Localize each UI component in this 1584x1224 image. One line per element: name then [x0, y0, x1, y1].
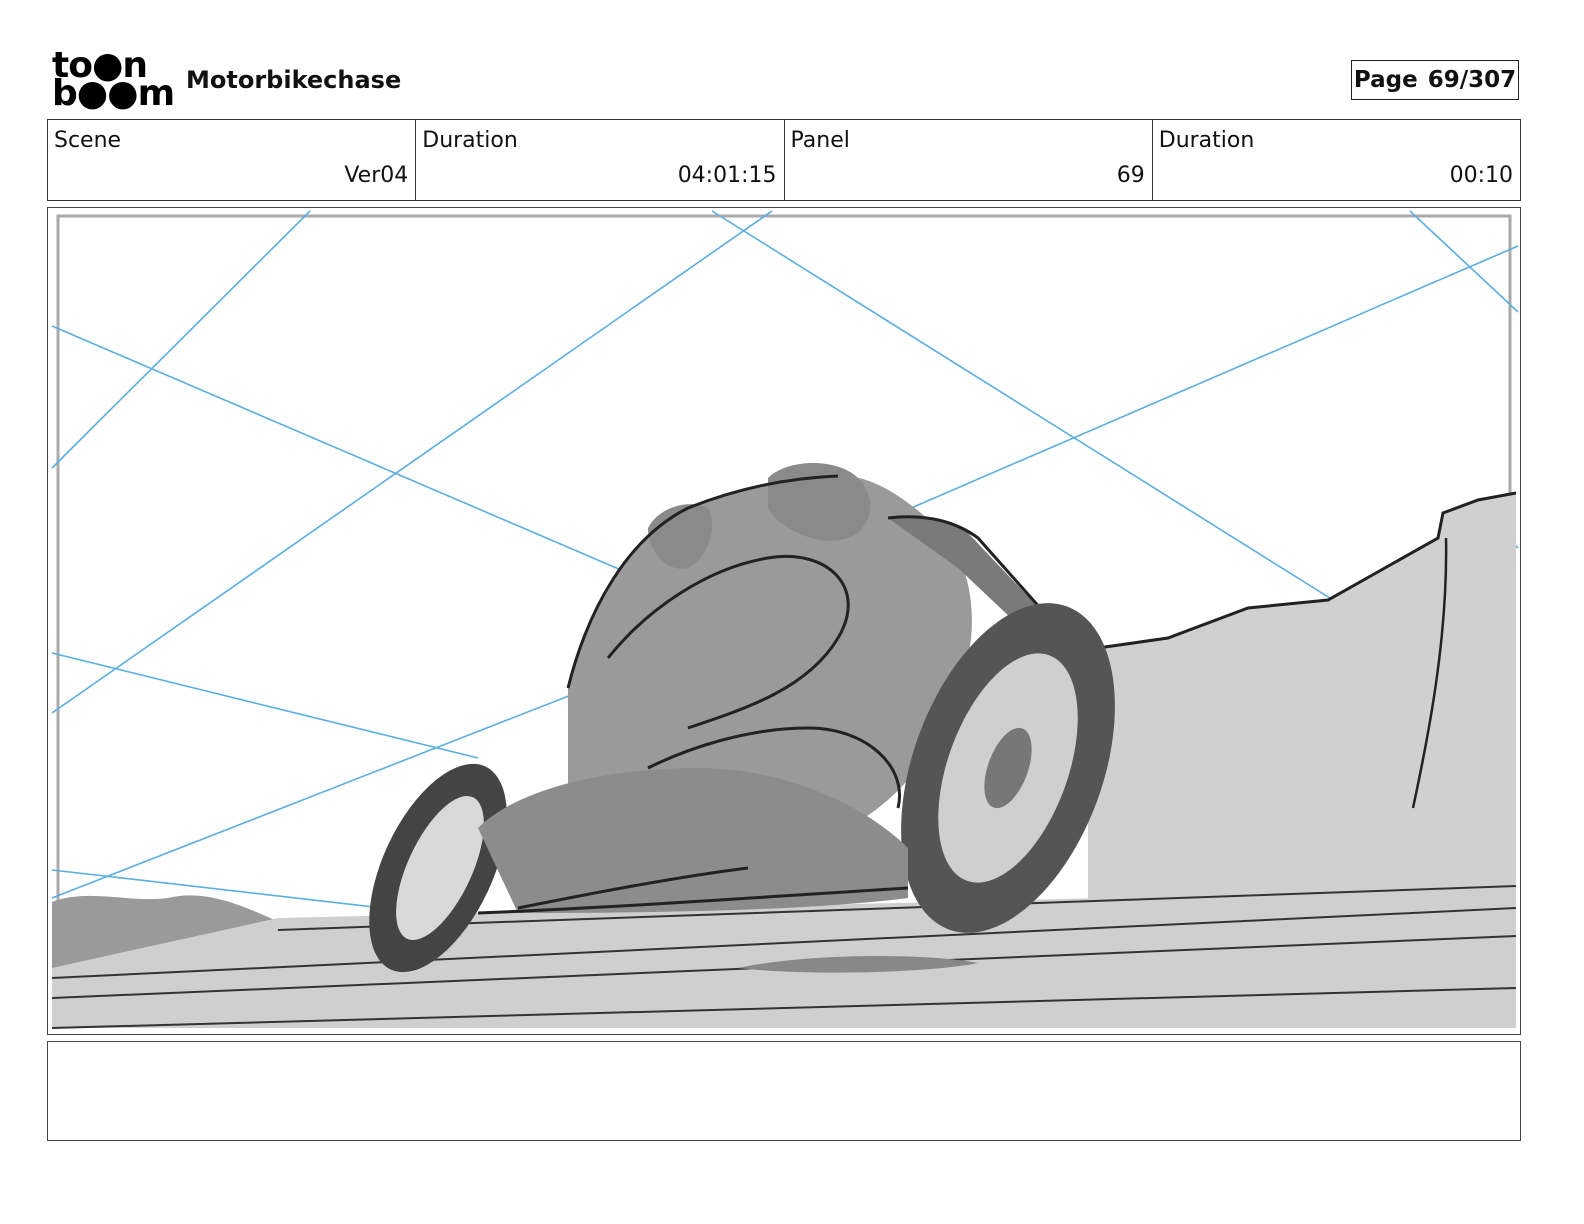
- panel-value: 69: [1116, 163, 1145, 188]
- page-number: 69/307: [1427, 67, 1517, 93]
- page-label: Page: [1353, 67, 1418, 93]
- scene-duration-value: 04:01:15: [677, 163, 777, 188]
- panel-duration-label: Duration: [1158, 128, 1255, 153]
- panel-duration-value: 00:10: [1449, 163, 1513, 188]
- panel-label: Panel: [790, 128, 850, 153]
- scene-cell: Scene Ver04: [48, 120, 417, 200]
- logo-line-bottom: b●●m: [52, 73, 175, 114]
- scene-label: Scene: [54, 128, 122, 153]
- scene-value: Ver04: [344, 163, 409, 188]
- panel-sketch: [51, 210, 1519, 1029]
- scene-duration-cell: Duration 04:01:15: [416, 120, 785, 200]
- panel-cell: Panel 69: [785, 120, 1153, 200]
- page-indicator: Page 69/307: [1351, 60, 1519, 100]
- toonboom-logo: to●n b●●m: [52, 48, 175, 112]
- panel-notes-box: [47, 1041, 1521, 1141]
- panel-duration-cell: Duration 00:10: [1153, 120, 1520, 200]
- scene-info-table: Scene Ver04 Duration 04:01:15 Panel 69 D…: [47, 119, 1521, 201]
- storyboard-panel: [47, 207, 1521, 1035]
- project-title: Motorbikechase: [186, 66, 402, 94]
- scene-duration-label: Duration: [422, 128, 518, 153]
